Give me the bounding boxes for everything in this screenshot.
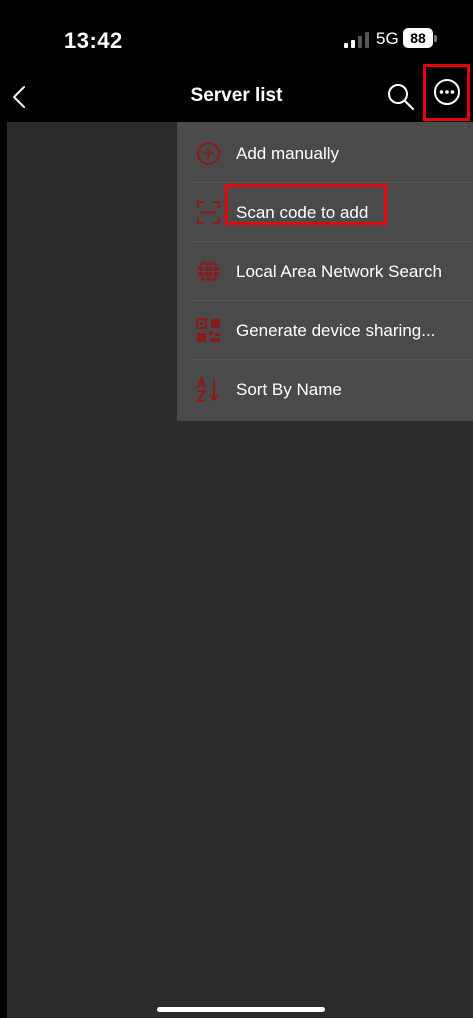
menu-item-label: Local Area Network Search bbox=[236, 262, 442, 281]
qr-code-icon bbox=[196, 318, 220, 342]
menu-item-lan-search[interactable]: Local Area Network Search bbox=[177, 242, 473, 300]
menu-item-label: Generate device sharing... bbox=[236, 321, 436, 340]
menu-item-scan-code[interactable]: Scan code to add bbox=[177, 183, 473, 241]
status-time: 13:42 bbox=[64, 28, 123, 53]
globe-icon bbox=[197, 259, 220, 284]
network-type: 5G bbox=[376, 29, 399, 48]
add-circle-icon bbox=[197, 142, 220, 165]
search-icon bbox=[388, 84, 414, 110]
search-button[interactable] bbox=[386, 82, 416, 112]
more-options-button[interactable] bbox=[423, 64, 470, 121]
menu-item-add-manually[interactable]: Add manually bbox=[177, 124, 473, 182]
status-bar: 13:42 5G 88 bbox=[0, 0, 473, 72]
screen: 13:42 5G 88 Server list Add manually Sca… bbox=[0, 0, 473, 1018]
home-indicator bbox=[157, 1007, 325, 1012]
more-horizontal-icon bbox=[434, 79, 460, 105]
battery-icon: 88 bbox=[403, 28, 433, 48]
menu-item-label: Scan code to add bbox=[236, 203, 369, 222]
signal-icon bbox=[344, 32, 369, 48]
battery-cap bbox=[434, 35, 437, 42]
menu-item-device-sharing[interactable]: Generate device sharing... bbox=[177, 301, 473, 359]
sort-az-icon bbox=[196, 377, 219, 402]
nav-bar: Server list bbox=[0, 64, 473, 122]
scan-icon bbox=[197, 201, 220, 224]
options-menu: Add manually Scan code to add Local Area… bbox=[177, 122, 473, 421]
menu-item-label: Sort By Name bbox=[236, 380, 342, 399]
menu-item-label: Add manually bbox=[236, 144, 340, 163]
menu-item-sort-by-name[interactable]: Sort By Name bbox=[177, 360, 473, 418]
